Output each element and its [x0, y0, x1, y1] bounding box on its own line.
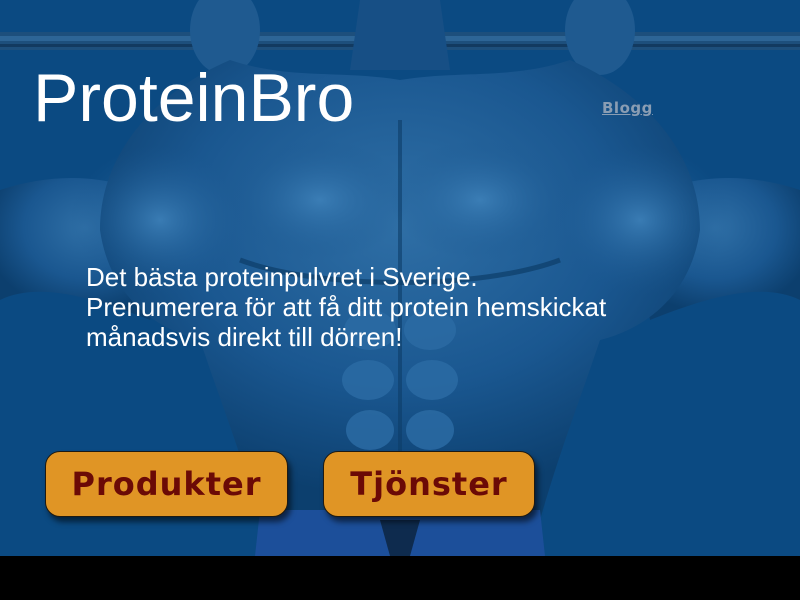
services-button[interactable]: Tjönster — [323, 451, 535, 517]
tagline-line: Prenumerera för att få ditt protein hems… — [86, 292, 607, 322]
bottom-bar — [0, 556, 800, 600]
products-button[interactable]: Produkter — [45, 451, 288, 517]
hero-section: ProteinBro Blogg Det bästa proteinpulvre… — [0, 0, 800, 556]
nav-link-blog[interactable]: Blogg — [602, 99, 653, 117]
site-title: ProteinBro — [33, 60, 355, 136]
hero-tagline: Det bästa proteinpulvret i Sverige. Pren… — [86, 262, 746, 352]
tagline-line: Det bästa proteinpulvret i Sverige. — [86, 262, 478, 292]
tagline-line: månadsvis direkt till dörren! — [86, 322, 403, 352]
